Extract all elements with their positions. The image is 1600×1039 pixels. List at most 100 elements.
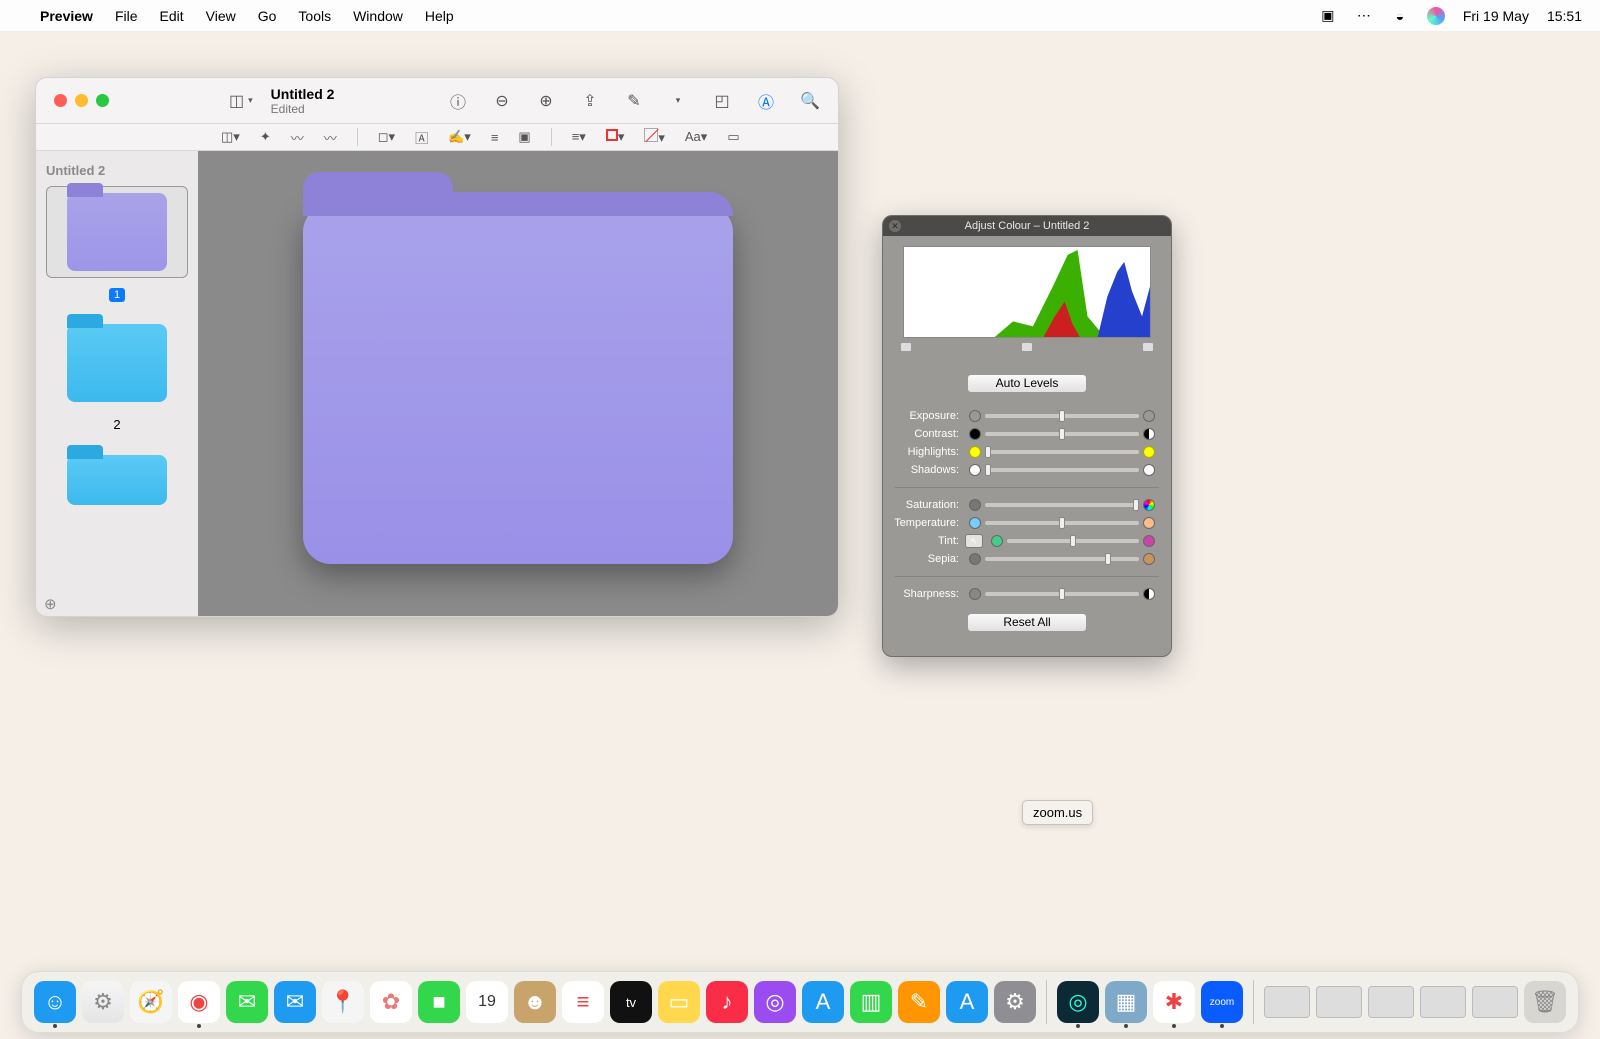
dock-chrome[interactable]: ◉ (178, 981, 220, 1023)
panel-titlebar[interactable]: ✕ Adjust Colour – Untitled 2 (883, 216, 1171, 236)
search-button[interactable]: 🔍 (800, 91, 820, 111)
black-point-handle[interactable] (900, 342, 912, 352)
sketch-tool[interactable]: 〰 (291, 128, 304, 147)
thumbnails-sidebar[interactable]: Untitled 2 1 2 ⊕ (36, 151, 198, 616)
line-style-tool[interactable]: ≡▾ (572, 129, 586, 145)
exposure-knob[interactable] (1059, 410, 1065, 422)
text-tool[interactable]: 🄰 (415, 128, 428, 147)
dock-pages[interactable]: ✎ (898, 981, 940, 1023)
dock-messages[interactable]: ✉ (226, 981, 268, 1023)
share-button[interactable]: ⇪ (580, 91, 600, 111)
sepia-knob[interactable] (1105, 553, 1111, 565)
dock-appstore-tools[interactable]: A (802, 981, 844, 1023)
markup-menu-button[interactable]: ▾ (668, 91, 688, 111)
dock-facetime[interactable]: ■ (418, 981, 460, 1023)
thumbnail-3[interactable] (46, 448, 188, 512)
menu-view[interactable]: View (206, 8, 236, 24)
dock-minimized-window[interactable] (1420, 986, 1466, 1018)
highlights-slider[interactable]: Highlights: (883, 443, 1171, 461)
dock-maps[interactable]: 📍 (322, 981, 364, 1023)
dock-photos[interactable]: ✿ (370, 981, 412, 1023)
menu-edit[interactable]: Edit (160, 8, 184, 24)
dock-minimized-window[interactable] (1368, 986, 1414, 1018)
instant-alpha-tool[interactable]: ✦ (260, 129, 271, 145)
menu-window[interactable]: Window (353, 8, 403, 24)
dock-minimized-window[interactable] (1472, 986, 1518, 1018)
saturation-track[interactable] (985, 503, 1139, 507)
temperature-knob[interactable] (1059, 517, 1065, 529)
thumbnail-1[interactable] (46, 186, 188, 278)
dock-reminders[interactable]: ≡ (562, 981, 604, 1023)
window-zoom-button[interactable] (96, 94, 109, 107)
app-name[interactable]: Preview (40, 8, 93, 24)
control-center-icon[interactable]: ◒ (1391, 7, 1409, 25)
dock-app-dark[interactable]: ◎ (1057, 981, 1099, 1023)
info-button[interactable]: ⓘ (448, 91, 468, 111)
highlights-track[interactable] (985, 450, 1139, 454)
annotate-tool[interactable]: ▭ (727, 129, 739, 145)
dock-launchpad[interactable]: ⚙ (82, 981, 124, 1023)
zoom-in-button[interactable]: ⊕ (536, 91, 556, 111)
selection-tool[interactable]: ◫▾ (221, 129, 240, 145)
fill-color-tool[interactable]: ▾ (644, 128, 665, 146)
dock-finder[interactable]: ☺ (34, 981, 76, 1023)
draw-tool[interactable]: 〰 (324, 128, 337, 147)
menu-file[interactable]: File (115, 8, 138, 24)
dock-notes[interactable]: ▭ (658, 981, 700, 1023)
sepia-slider[interactable]: Sepia: (883, 550, 1171, 568)
dock-minimized-window[interactable] (1264, 986, 1310, 1018)
add-page-button[interactable]: ⊕ (44, 595, 57, 613)
saturation-knob[interactable] (1133, 499, 1139, 511)
exposure-slider[interactable]: Exposure: (883, 407, 1171, 425)
white-point-handle[interactable] (1142, 342, 1154, 352)
auto-levels-button[interactable]: Auto Levels (967, 374, 1087, 393)
dock-safari[interactable]: 🧭 (130, 981, 172, 1023)
sharpness-slider[interactable]: Sharpness: (883, 585, 1171, 603)
shadows-slider[interactable]: Shadows: (883, 461, 1171, 479)
siri-icon[interactable] (1427, 7, 1445, 25)
exposure-track[interactable] (985, 414, 1139, 418)
dock-appstore[interactable]: A (946, 981, 988, 1023)
font-tool[interactable]: Aa▾ (685, 129, 707, 145)
temperature-track[interactable] (985, 521, 1139, 525)
temperature-slider[interactable]: Temperature: (883, 514, 1171, 532)
saturation-slider[interactable]: Saturation: (883, 496, 1171, 514)
dock-podcasts[interactable]: ◎ (754, 981, 796, 1023)
markup-button[interactable]: ✎ (624, 91, 644, 111)
window-minimize-button[interactable] (75, 94, 88, 107)
tint-slider[interactable]: Tint: ↖ (883, 532, 1171, 550)
dock-zoom[interactable]: zoom (1201, 981, 1243, 1023)
menu-extra-2-icon[interactable]: ⋯ (1355, 7, 1373, 25)
window-close-button[interactable] (54, 94, 67, 107)
dock-minimized-window[interactable] (1316, 986, 1362, 1018)
canvas[interactable] (198, 151, 838, 616)
shapes-tool[interactable]: ◻▾ (378, 129, 395, 145)
contrast-slider[interactable]: Contrast: (883, 425, 1171, 443)
dock-tv[interactable]: tv (610, 981, 652, 1023)
contrast-track[interactable] (985, 432, 1139, 436)
sidebar-toggle-button[interactable]: ◫ ▾ (229, 91, 253, 111)
reset-all-button[interactable]: Reset All (967, 613, 1087, 632)
zoom-out-button[interactable]: ⊖ (492, 91, 512, 111)
sepia-track[interactable] (985, 557, 1139, 561)
rotate-button[interactable]: ◰ (712, 91, 732, 111)
tint-knob[interactable] (1070, 535, 1076, 547)
shadows-knob[interactable] (985, 464, 991, 476)
contrast-knob[interactable] (1059, 428, 1065, 440)
sharpness-knob[interactable] (1059, 588, 1065, 600)
highlights-knob[interactable] (985, 446, 991, 458)
tint-track[interactable] (1007, 539, 1139, 543)
dock-contacts[interactable]: ☻ (514, 981, 556, 1023)
tint-picker-button[interactable]: ↖ (965, 534, 983, 548)
menu-help[interactable]: Help (425, 8, 454, 24)
crop-tool[interactable]: ▣ (518, 129, 530, 145)
adjust-tool[interactable]: ≡ (491, 130, 499, 145)
dock-slack[interactable]: ✱ (1153, 981, 1195, 1023)
mid-point-handle[interactable] (1021, 342, 1033, 352)
dock-calendar[interactable]: 19 (466, 981, 508, 1023)
menu-extra-1-icon[interactable]: ▣ (1319, 7, 1337, 25)
border-color-tool[interactable]: ▾ (606, 129, 625, 145)
dock-music[interactable]: ♪ (706, 981, 748, 1023)
thumbnail-2[interactable] (46, 317, 188, 409)
dock-numbers[interactable]: ▥ (850, 981, 892, 1023)
